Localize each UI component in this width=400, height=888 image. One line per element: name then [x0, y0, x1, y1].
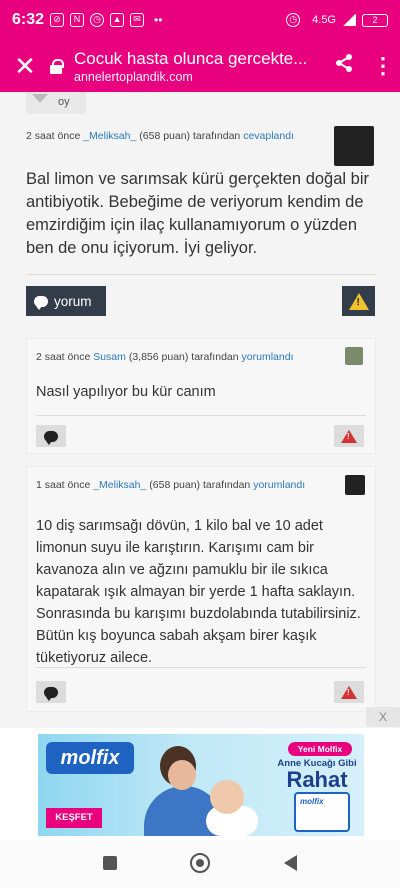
- divider: [36, 667, 366, 668]
- more-options-icon[interactable]: ⋮: [366, 55, 400, 77]
- avatar[interactable]: [345, 475, 365, 495]
- browser-toolbar: ✕ Cocuk hasta olunca gercekte... anneler…: [0, 40, 400, 92]
- ad-banner[interactable]: molfix KEŞFET Yeni Molfix Anne Kucağı Gi…: [38, 734, 364, 836]
- answer-action-link[interactable]: cevaplandı: [243, 130, 294, 142]
- vote-button[interactable]: oy: [26, 92, 86, 114]
- home-icon[interactable]: [190, 853, 210, 873]
- divider: [26, 274, 376, 275]
- comment-points: (3,856 puan): [128, 351, 189, 363]
- app-notification-icon: N: [70, 13, 85, 27]
- page-title: Cocuk hasta olunca gercekte...: [74, 48, 308, 68]
- ad-brand-logo: molfix: [46, 742, 134, 774]
- ad-family-image: [138, 744, 268, 836]
- comment-time: 1 saat önce: [36, 479, 91, 491]
- alarm-icon: ◷: [90, 13, 105, 27]
- vote-label: oy: [58, 96, 70, 108]
- report-button[interactable]: !: [334, 681, 364, 703]
- comment-meta: 2 saat önce Susam (3,856 puan) tarafında…: [36, 351, 293, 363]
- alarm-clock-icon: ◷: [286, 13, 301, 27]
- ad-badge: Yeni Molfix: [288, 742, 352, 756]
- recent-apps-icon[interactable]: [103, 856, 117, 870]
- comment-icon: [34, 295, 48, 310]
- ad-close-button[interactable]: X: [366, 707, 400, 727]
- more-notifications-icon: ••: [154, 13, 163, 27]
- lock-icon[interactable]: [50, 59, 64, 74]
- close-icon[interactable]: ✕: [0, 51, 50, 82]
- comment-action-link[interactable]: yorumlandı: [253, 479, 305, 491]
- comment-reply-button[interactable]: [36, 681, 66, 703]
- answer-points: (658 puan): [139, 130, 191, 142]
- comment-text: Nasıl yapılıyor bu kür canım: [36, 384, 216, 400]
- comment-author-link[interactable]: Susam: [93, 351, 126, 363]
- answer-time: 2 saat önce: [26, 130, 81, 142]
- url-box[interactable]: Cocuk hasta olunca gercekte... annelerto…: [74, 49, 322, 84]
- comment-by: tarafından: [202, 479, 251, 491]
- comment-points: (658 puan): [149, 479, 201, 491]
- comment-card: 1 saat önce _Meliksah_ (658 puan) tarafı…: [26, 466, 376, 712]
- notification-icon: ⊘: [50, 13, 65, 27]
- battery-icon: 2: [362, 13, 388, 27]
- report-button[interactable]: !: [342, 286, 375, 316]
- warning-icon: !: [348, 292, 369, 310]
- share-icon[interactable]: [322, 53, 366, 79]
- comment-by: tarafından: [191, 351, 239, 363]
- network-type: 4.5G: [312, 14, 336, 26]
- back-icon[interactable]: [284, 855, 297, 871]
- ad-pack-brand: molfix: [300, 797, 324, 806]
- comment-icon: [44, 430, 58, 445]
- ad-cta-button[interactable]: KEŞFET: [46, 808, 102, 828]
- page-content: oy 2 saat önce _Meliksah_ (658 puan) tar…: [0, 92, 400, 728]
- report-button[interactable]: !: [334, 425, 364, 447]
- comment-icon: [44, 686, 58, 701]
- gallery-notification-icon: ▲: [110, 13, 125, 27]
- warning-icon: !: [341, 429, 357, 443]
- answer-author-link[interactable]: _Meliksah_: [83, 130, 136, 142]
- status-bar: 6:32 ⊘ N ◷ ▲ ✉ •• ◷ 4.5G 2: [0, 0, 400, 40]
- divider: [36, 415, 366, 416]
- avatar[interactable]: [334, 126, 374, 166]
- status-time: 6:32: [12, 11, 45, 28]
- comment-card: 2 saat önce Susam (3,856 puan) tarafında…: [26, 338, 376, 454]
- comment-action-link[interactable]: yorumlandı: [242, 351, 294, 363]
- comment-time: 2 saat önce: [36, 351, 91, 363]
- comment-button[interactable]: yorum: [26, 286, 106, 316]
- comment-meta: 1 saat önce _Meliksah_ (658 puan) tarafı…: [36, 479, 305, 491]
- answer-meta: 2 saat önce _Meliksah_ (658 puan) tarafı…: [26, 130, 294, 142]
- signal-icon: [342, 14, 356, 26]
- page-url: annelertoplandik.com: [74, 69, 193, 84]
- vote-down-icon: [32, 94, 48, 103]
- answer-text: Bal limon ve sarımsak kürü gerçekten doğ…: [26, 170, 369, 257]
- system-nav-bar: [0, 840, 400, 888]
- ad-banner-area: molfix KEŞFET Yeni Molfix Anne Kucağı Gi…: [0, 728, 400, 840]
- comment-reply-button[interactable]: [36, 425, 66, 447]
- ad-product-pack: molfix: [294, 792, 350, 832]
- ad-slogan-big: Rahat: [286, 767, 348, 792]
- warning-icon: !: [341, 685, 357, 699]
- answer-by: tarafından: [192, 130, 241, 142]
- avatar[interactable]: [345, 347, 363, 365]
- sms-icon: ✉: [130, 13, 145, 27]
- comment-button-label: yorum: [54, 293, 92, 309]
- comment-text: 10 diş sarımsağı dövün, 1 kilo bal ve 10…: [36, 518, 361, 666]
- comment-author-link[interactable]: _Meliksah_: [93, 479, 146, 491]
